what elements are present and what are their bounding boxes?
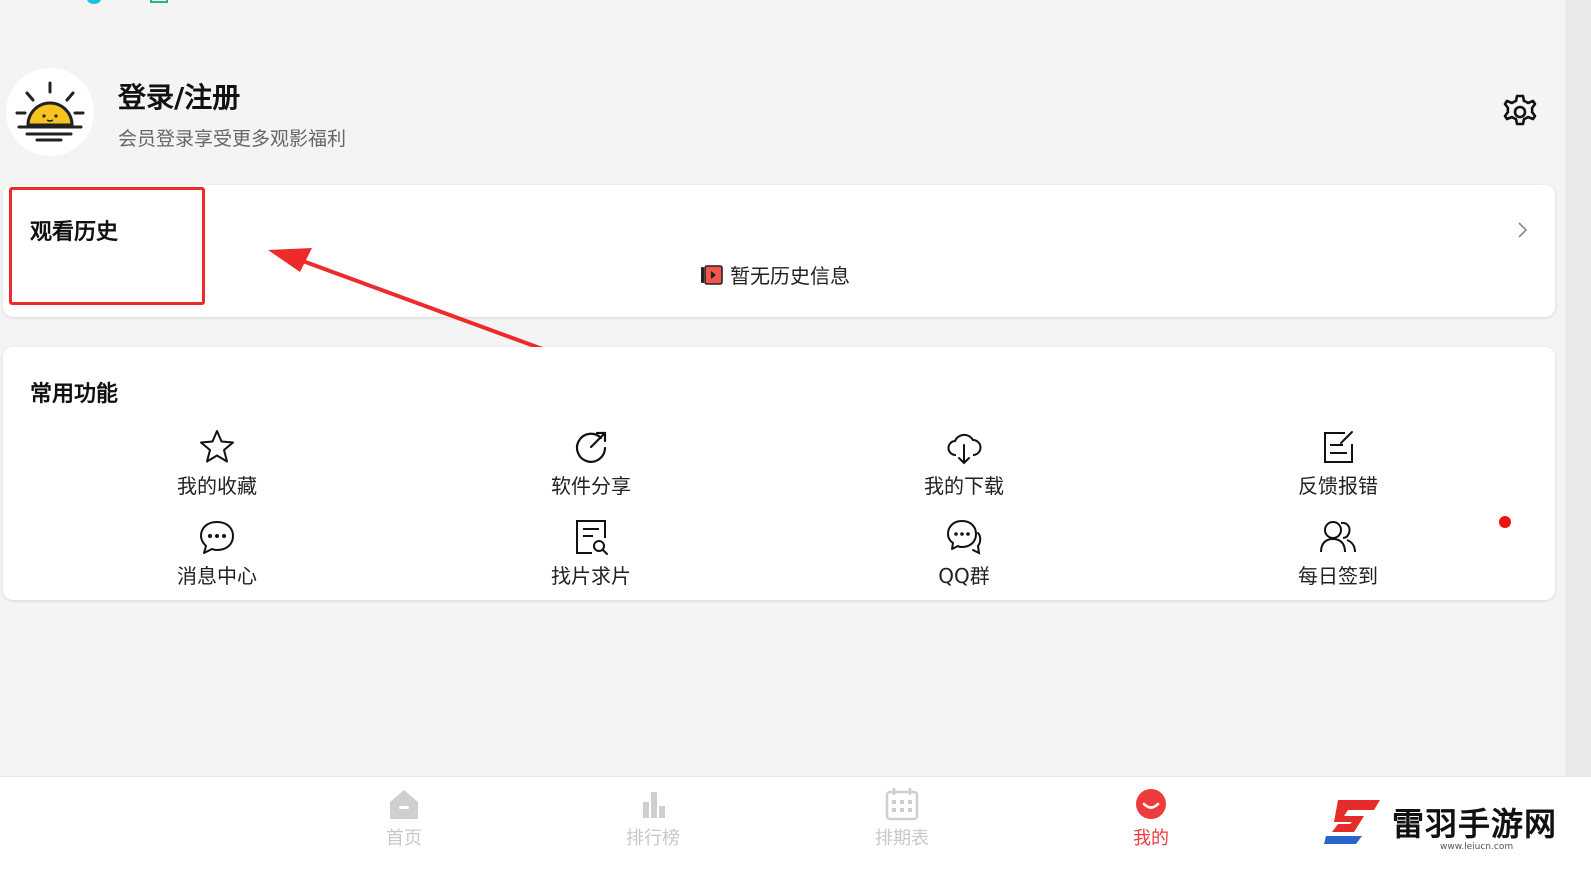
video-empty-icon [701, 264, 723, 285]
gear-icon [1503, 94, 1537, 126]
nav-rankings[interactable]: 排行榜 [593, 786, 713, 850]
cloud-download-icon [947, 433, 982, 465]
login-register-link[interactable]: 登录/注册 [118, 76, 240, 116]
nav-mine[interactable]: 我的 [1091, 786, 1211, 850]
history-empty-state: 暂无历史信息 [700, 260, 850, 289]
nav-label: 排期表 [875, 828, 929, 849]
func-share[interactable]: 软件分享 [511, 428, 671, 499]
watermark: 雷羽手游网 [1324, 796, 1557, 848]
functions-title: 常用功能 [30, 382, 119, 407]
watermark-text: 雷羽手游网 [1392, 805, 1558, 843]
smile-icon [1136, 789, 1166, 819]
func-qq-group[interactable]: QQ群 [884, 518, 1044, 589]
nav-home[interactable]: 首页 [344, 786, 464, 850]
edit-note-icon [1324, 431, 1353, 463]
history-card[interactable] [3, 185, 1555, 317]
status-icon [87, 0, 101, 4]
watermark-logo-icon [1324, 800, 1380, 844]
users-icon [1320, 521, 1356, 553]
func-label: 每日签到 [1298, 564, 1378, 588]
share-icon [575, 431, 607, 463]
bar-chart-icon [643, 792, 665, 818]
nav-schedule[interactable]: 排期表 [842, 786, 962, 850]
func-label: 我的收藏 [177, 474, 257, 498]
avatar[interactable] [6, 68, 94, 156]
nav-label: 我的 [1133, 828, 1169, 849]
login-subtitle: 会员登录享受更多观影福利 [118, 128, 347, 150]
watermark-url: www.leiucn.com [1440, 842, 1514, 852]
func-label: 消息中心 [177, 564, 257, 588]
func-label: QQ群 [938, 564, 990, 588]
func-messages[interactable]: 消息中心 [137, 518, 297, 589]
nav-label: 排行榜 [626, 828, 680, 849]
func-favorites[interactable]: 我的收藏 [137, 428, 297, 499]
star-icon [200, 430, 234, 463]
func-label: 反馈报错 [1298, 474, 1378, 498]
search-document-icon [576, 520, 608, 555]
func-label: 我的下载 [924, 474, 1004, 498]
func-request[interactable]: 找片求片 [511, 518, 671, 589]
func-label: 找片求片 [551, 564, 631, 588]
func-downloads[interactable]: 我的下载 [884, 428, 1044, 499]
scroll-edge [1565, 0, 1591, 873]
chevron-right-icon[interactable] [1510, 218, 1534, 242]
history-empty-text: 暂无历史信息 [730, 264, 850, 288]
func-checkin[interactable]: 每日签到 [1258, 518, 1418, 589]
calendar-icon [885, 788, 919, 821]
status-icon [150, 0, 168, 3]
nav-label: 首页 [386, 828, 422, 849]
group-chat-icon [947, 520, 982, 555]
notification-dot [1499, 516, 1511, 528]
func-label: 软件分享 [551, 474, 631, 498]
chat-bubble-icon [200, 521, 234, 554]
func-feedback[interactable]: 反馈报错 [1258, 428, 1418, 499]
annotation-highlight-box [9, 187, 205, 305]
settings-button[interactable] [1500, 92, 1540, 132]
sunrise-icon [15, 81, 85, 142]
home-icon [390, 790, 418, 819]
